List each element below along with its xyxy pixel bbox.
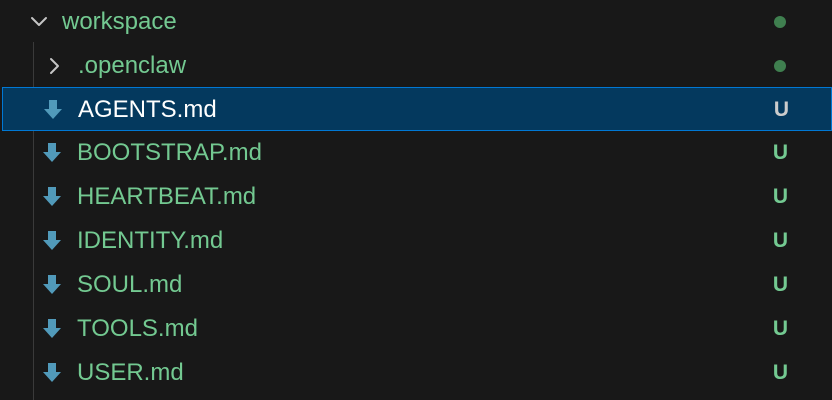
- git-status-badge: U: [772, 317, 788, 340]
- file-explorer: workspace .openclaw AGENTS.md U BOOTSTRA…: [0, 0, 832, 400]
- markdown-download-icon: [40, 361, 64, 385]
- markdown-download-icon: [40, 273, 64, 297]
- file-label: SOUL.md: [77, 271, 183, 298]
- git-status-badge: U: [773, 98, 789, 121]
- file-label: TOOLS.md: [77, 315, 198, 342]
- modified-indicator-dot: [774, 60, 786, 72]
- markdown-download-icon: [41, 98, 65, 122]
- file-label: USER.md: [77, 359, 184, 386]
- file-label: AGENTS.md: [78, 96, 217, 123]
- markdown-download-icon: [40, 141, 64, 165]
- file-label: IDENTITY.md: [77, 227, 224, 254]
- git-status-badge: U: [772, 361, 788, 384]
- file-row-tools[interactable]: TOOLS.md U: [0, 307, 832, 351]
- file-row-identity[interactable]: IDENTITY.md U: [0, 219, 832, 263]
- git-status-badge: U: [772, 273, 788, 296]
- file-row-heartbeat[interactable]: HEARTBEAT.md U: [0, 175, 832, 219]
- file-label: BOOTSTRAP.md: [77, 139, 262, 166]
- file-row-soul[interactable]: SOUL.md U: [0, 263, 832, 307]
- folder-row-openclaw[interactable]: .openclaw: [0, 44, 832, 88]
- git-status-badge: U: [772, 185, 788, 208]
- subfolder-label: .openclaw: [78, 52, 187, 79]
- chevron-down-icon[interactable]: [29, 12, 49, 32]
- file-row-user[interactable]: USER.md U: [0, 351, 832, 395]
- git-status-badge: U: [772, 141, 788, 164]
- chevron-right-icon[interactable]: [44, 56, 64, 76]
- file-label: HEARTBEAT.md: [77, 183, 257, 210]
- file-row-agents[interactable]: AGENTS.md U: [2, 87, 832, 131]
- markdown-download-icon: [40, 185, 64, 209]
- file-row-bootstrap[interactable]: BOOTSTRAP.md U: [0, 131, 832, 175]
- folder-label: workspace: [62, 8, 177, 35]
- folder-row-workspace[interactable]: workspace: [0, 0, 832, 44]
- markdown-download-icon: [40, 229, 64, 253]
- markdown-download-icon: [40, 317, 64, 341]
- git-status-badge: U: [772, 229, 788, 252]
- modified-indicator-dot: [774, 16, 786, 28]
